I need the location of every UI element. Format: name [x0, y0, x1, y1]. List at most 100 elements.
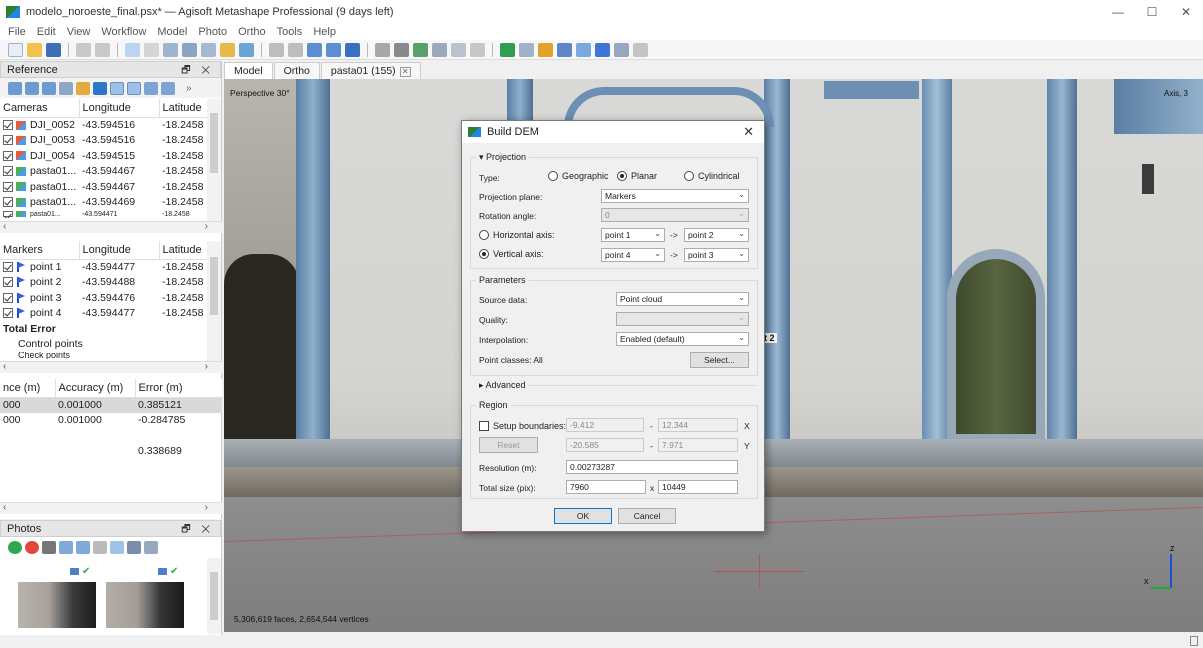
setup-boundaries-checkbox[interactable]: Setup boundaries:: [479, 421, 566, 431]
table-row[interactable]: 0.338689: [0, 444, 222, 460]
table-row[interactable]: DJI_0052 -43.594516 -18.2458: [0, 117, 208, 133]
table-row[interactable]: DJI_0053 -43.594516 -18.2458: [0, 133, 208, 149]
scroll-left-icon[interactable]: ‹: [3, 502, 6, 513]
export-reference-icon[interactable]: [25, 81, 39, 95]
horizontal-axis-to-select[interactable]: point 2 ⌄: [684, 228, 749, 242]
photos-vertical-scrollbar[interactable]: [207, 558, 221, 634]
navigation-cursor-icon[interactable]: [125, 42, 140, 57]
menu-ortho[interactable]: Ortho: [238, 26, 266, 38]
cancel-button[interactable]: Cancel: [618, 508, 676, 524]
menu-photo[interactable]: Photo: [198, 26, 227, 38]
view-source-icon[interactable]: [110, 81, 124, 95]
mask-icon[interactable]: [93, 540, 107, 554]
select-classes-button[interactable]: Select...: [690, 352, 749, 368]
error-column-header[interactable]: Error (m): [135, 379, 222, 398]
scrollbar-thumb[interactable]: [210, 572, 218, 620]
crop-selection-icon[interactable]: [288, 42, 303, 57]
dense-cloud-icon[interactable]: [394, 42, 409, 57]
resize-grip-icon[interactable]: [1190, 636, 1198, 646]
remove-cameras-icon[interactable]: [42, 540, 56, 554]
tab-ortho[interactable]: Ortho: [273, 62, 320, 79]
list-icon[interactable]: [144, 540, 158, 554]
projection-plane-select[interactable]: Markers ⌄: [601, 189, 749, 203]
vertical-axis-from-select[interactable]: point 4 ⌄: [601, 248, 665, 262]
table-row[interactable]: point 2 -43.594488 -18.2458: [0, 275, 208, 291]
scroll-right-icon[interactable]: ›: [205, 502, 208, 513]
camera-checkbox[interactable]: [3, 210, 13, 217]
scroll-left-icon[interactable]: ‹: [3, 361, 6, 372]
vertical-axis-to-select[interactable]: point 3 ⌄: [684, 248, 749, 262]
latitude-column-header[interactable]: Latitude: [159, 241, 208, 260]
delete-selection-icon[interactable]: [269, 42, 284, 57]
menu-tools[interactable]: Tools: [277, 26, 303, 38]
new-document-icon[interactable]: [8, 42, 23, 57]
menu-file[interactable]: File: [8, 26, 26, 38]
region-icon[interactable]: [576, 42, 591, 57]
disable-cameras-icon[interactable]: [25, 540, 39, 554]
view-errors-icon[interactable]: [127, 81, 141, 95]
table-row[interactable]: point 1 -43.594477 -18.2458: [0, 259, 208, 275]
markers-icon[interactable]: [538, 42, 553, 57]
shape-icon[interactable]: [239, 42, 254, 57]
marker-checkbox[interactable]: [3, 262, 13, 273]
settings-icon[interactable]: [161, 81, 175, 95]
markers-vertical-scrollbar[interactable]: [207, 241, 221, 361]
ok-button[interactable]: OK: [554, 508, 612, 524]
total-size-width-input[interactable]: 7960: [566, 480, 646, 494]
table-row[interactable]: pasta01... -43.594467 -18.2458: [0, 164, 208, 180]
scroll-right-icon[interactable]: ›: [205, 361, 208, 372]
zoom-in-icon[interactable]: [307, 42, 322, 57]
import-reference-icon[interactable]: [8, 81, 22, 95]
accuracy-column-header[interactable]: Accuracy (m): [55, 379, 136, 398]
close-tab-icon[interactable]: ✕: [399, 67, 411, 77]
markers-horizontal-scrollbar[interactable]: ‹ ›: [0, 361, 222, 373]
horizontal-axis-from-select[interactable]: point 1 ⌄: [601, 228, 665, 242]
cameras-horizontal-scrollbar[interactable]: ‹ ›: [0, 221, 222, 233]
table-row[interactable]: pasta01... -43.594467 -18.2458: [0, 179, 208, 195]
more-chevron-icon[interactable]: »: [186, 83, 192, 94]
point-cloud-icon[interactable]: [375, 42, 390, 57]
rectangle-selection-icon[interactable]: [144, 42, 159, 57]
view-variance-icon[interactable]: [144, 81, 158, 95]
optimize-cameras-icon[interactable]: [59, 81, 73, 95]
camera-checkbox[interactable]: [3, 150, 13, 161]
table-row[interactable]: DJI_0054 -43.594515 -18.2458: [0, 148, 208, 164]
flag-icon[interactable]: [595, 42, 610, 57]
save-icon[interactable]: [46, 42, 61, 57]
camera-checkbox[interactable]: [3, 120, 13, 131]
latitude-column-header[interactable]: Latitude: [159, 99, 208, 118]
draw-polyline-icon[interactable]: [201, 42, 216, 57]
marker-checkbox[interactable]: [3, 277, 13, 288]
horizontal-axis-radio[interactable]: Horizontal axis:: [479, 230, 555, 240]
table-row[interactable]: 000 0.001000 0.385121: [0, 397, 222, 413]
enable-cameras-icon[interactable]: [8, 540, 22, 554]
camera-checkbox[interactable]: [3, 197, 13, 208]
scroll-left-icon[interactable]: ‹: [3, 221, 6, 232]
menu-model[interactable]: Model: [157, 26, 187, 38]
scrollbar-thumb[interactable]: [210, 257, 218, 315]
tab-photo[interactable]: pasta01 (155) ✕: [320, 62, 421, 79]
panel-float-close-icon[interactable]: 🗗 ✕: [181, 522, 214, 539]
open-folder-icon[interactable]: [27, 42, 42, 57]
grid-icon[interactable]: [614, 42, 629, 57]
thumbnails-icon[interactable]: [110, 540, 124, 554]
zoom-out-icon[interactable]: [326, 42, 341, 57]
marker-checkbox[interactable]: [3, 308, 13, 319]
update-icon[interactable]: [93, 81, 107, 95]
scroll-right-icon[interactable]: ›: [205, 221, 208, 232]
tab-model[interactable]: Model: [224, 62, 273, 79]
table-row[interactable]: [0, 428, 222, 444]
scrollbar-thumb[interactable]: [210, 113, 218, 173]
advanced-section-toggle[interactable]: ▸ Advanced: [476, 380, 529, 391]
redo-icon[interactable]: [95, 42, 110, 57]
markers-column-header[interactable]: Markers: [0, 241, 80, 260]
geographic-radio[interactable]: Geographic: [548, 171, 609, 181]
ruler-icon[interactable]: [220, 42, 235, 57]
cameras-column-header[interactable]: Cameras: [0, 99, 80, 118]
mesh-icon[interactable]: [413, 42, 428, 57]
camera-checkbox[interactable]: [3, 181, 13, 192]
panel-float-close-icon[interactable]: 🗗 ✕: [181, 63, 214, 80]
longitude-column-header[interactable]: Longitude: [79, 99, 160, 118]
table-row[interactable]: point 4 -43.594477 -18.2458: [0, 306, 208, 322]
convert-reference-icon[interactable]: [42, 81, 56, 95]
